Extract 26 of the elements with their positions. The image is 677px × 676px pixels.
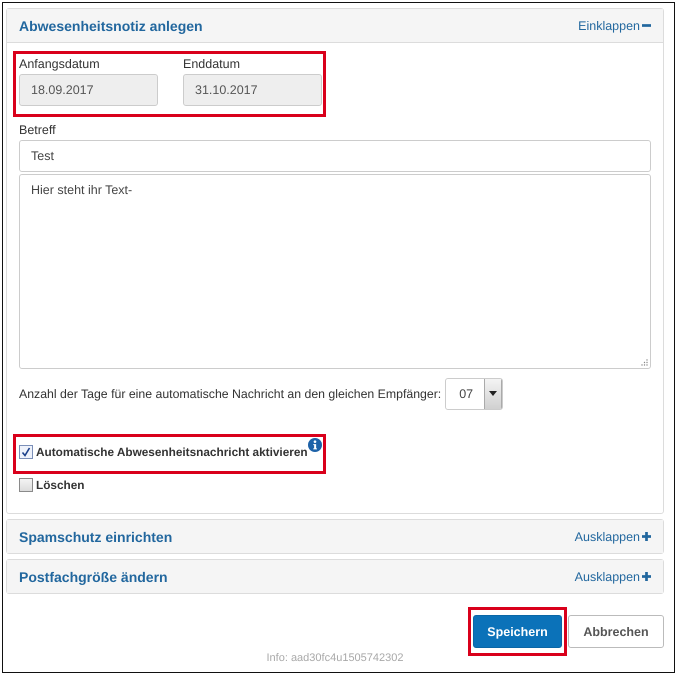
info-text: Info: aad30fc4u1505742302 (266, 652, 404, 664)
panel-title[interactable]: Postfachgröße ändern (19, 568, 168, 584)
checkbox[interactable] (19, 478, 33, 492)
field-label: Betreff (19, 123, 56, 137)
cancel-button[interactable]: Abbrechen (568, 615, 664, 648)
message-field[interactable]: Hier steht ihr Text- (19, 174, 651, 369)
toggle-link[interactable]: Ausklappen (574, 570, 651, 584)
days-select[interactable]: 07 (445, 378, 504, 410)
checkbox-label[interactable]: Löschen (36, 478, 85, 492)
field-label: Enddatum (183, 57, 241, 71)
plus-icon (642, 572, 651, 581)
save-button[interactable]: Speichern (473, 615, 562, 648)
panel-title[interactable]: Abwesenheitsnotiz anlegen (19, 18, 203, 34)
panel-title[interactable]: Spamschutz einrichten (19, 528, 172, 544)
field-label: Anzahl der Tage für eine automatische Nachricht an den gleichen Empfänger: (19, 387, 442, 401)
toggle-link[interactable]: Ausklappen (574, 530, 651, 544)
caret-icon (484, 379, 502, 409)
resize-grip-icon[interactable] (641, 359, 648, 366)
minus-icon (642, 24, 651, 27)
field-label: Anfangsdatum (19, 57, 101, 71)
checkbox-label[interactable]: Automatische Abwesenheitsnachricht aktivieren (36, 445, 308, 459)
subject-field[interactable]: Test (19, 140, 651, 172)
toggle-link[interactable]: Einklappen (578, 18, 651, 32)
info-icon[interactable] (308, 438, 322, 452)
plus-icon (642, 532, 651, 541)
checkbox[interactable] (19, 445, 33, 459)
